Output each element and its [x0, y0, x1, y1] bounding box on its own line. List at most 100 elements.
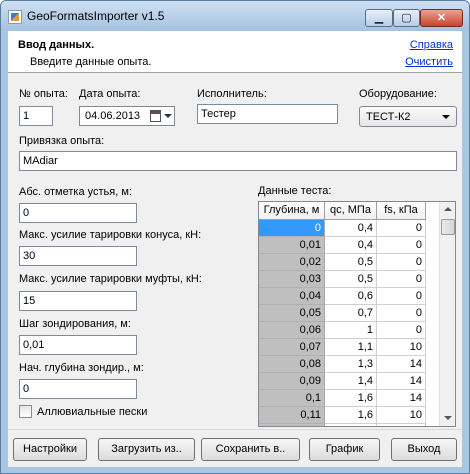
scroll-thumb[interactable] [441, 219, 455, 235]
cell-depth[interactable]: 0 [259, 220, 325, 237]
close-button[interactable]: ✕ [420, 9, 463, 27]
column-header-qc[interactable]: qc, МПа [325, 202, 377, 220]
step-field[interactable]: 0,01 [19, 335, 137, 355]
cell-qc[interactable]: 0,4 [325, 237, 377, 254]
abs-mark-field[interactable]: 0 [19, 203, 137, 223]
cell-fs[interactable]: 0 [377, 237, 426, 254]
column-header-depth[interactable]: Глубина, м [259, 202, 325, 220]
table-row[interactable]: 0,121,610 [259, 424, 439, 426]
window-title: GeoFormatsImporter v1.5 [27, 9, 165, 23]
table-row[interactable]: 0,11 1,6 10 [259, 407, 439, 424]
cell-qc[interactable]: 0,6 [325, 288, 377, 305]
executor-field[interactable]: Тестер [197, 104, 338, 124]
chevron-down-icon[interactable] [164, 114, 172, 118]
cell-fs[interactable]: 0 [377, 305, 426, 322]
cell-qc[interactable]: 0,5 [325, 254, 377, 271]
save-button[interactable]: Сохранить в.. [201, 438, 300, 461]
table-row[interactable]: 0 0,4 0 [259, 220, 439, 237]
cone-calib-field[interactable]: 30 [19, 246, 137, 266]
alluvial-checkbox[interactable] [19, 405, 32, 418]
cell-depth[interactable]: 0,04 [259, 288, 325, 305]
title-bar[interactable]: GeoFormatsImporter v1.5 ▁ ▢ ✕ [1, 1, 469, 31]
header-subtitle: Введите данные опыта. [30, 56, 152, 68]
cell-depth[interactable]: 0,05 [259, 305, 325, 322]
cell-depth[interactable]: 0,12 [259, 424, 325, 426]
cell-fs[interactable]: 0 [377, 254, 426, 271]
table-row[interactable]: 0,09 1,4 14 [259, 373, 439, 390]
start-depth-field[interactable]: 0 [19, 379, 137, 399]
cell-depth[interactable]: 0,06 [259, 322, 325, 339]
button-bar: Настройки Загрузить из.. Сохранить в.. Г… [8, 429, 462, 467]
table-row[interactable]: 0,1 1,6 14 [259, 390, 439, 407]
maximize-button[interactable]: ▢ [393, 9, 420, 27]
chart-button[interactable]: График [309, 438, 380, 461]
cell-qc[interactable]: 1 [325, 322, 377, 339]
cell-fs[interactable]: 0 [377, 220, 426, 237]
clear-link[interactable]: Очистить [405, 56, 453, 68]
cell-depth[interactable]: 0,08 [259, 356, 325, 373]
cell-qc[interactable]: 1,6 [325, 390, 377, 407]
table-row[interactable]: 0,04 0,6 0 [259, 288, 439, 305]
cell-fs[interactable]: 10 [377, 424, 426, 426]
cell-fs[interactable]: 14 [377, 390, 426, 407]
grid-scrollbar[interactable] [439, 202, 455, 426]
scroll-down-icon[interactable] [440, 410, 455, 426]
data-grid[interactable]: Глубина, м qc, МПа fs, кПа 0 0,4 0 0,01 0,4 0… [258, 201, 456, 427]
grid-body: 0 0,4 0 0,01 0,4 0 0,02 0,5 0 0,03 0,5 0 0,04 0,6 0 0,0… [259, 220, 439, 426]
cell-depth[interactable]: 0,07 [259, 339, 325, 356]
date-label: Дата опыта: [79, 88, 141, 100]
header-title: Ввод данных. [18, 39, 95, 51]
cell-depth[interactable]: 0,01 [259, 237, 325, 254]
column-header-fs[interactable]: fs, кПа [377, 202, 426, 220]
table-row[interactable]: 0,03 0,5 0 [259, 271, 439, 288]
cell-qc[interactable]: 0,4 [325, 220, 377, 237]
load-button[interactable]: Загрузить из.. [98, 438, 195, 461]
cell-depth[interactable]: 0,11 [259, 407, 325, 424]
cell-depth[interactable]: 0,03 [259, 271, 325, 288]
table-row[interactable]: 0,07 1,1 10 [259, 339, 439, 356]
table-row[interactable]: 0,05 0,7 0 [259, 305, 439, 322]
cell-fs[interactable]: 0 [377, 271, 426, 288]
maximize-icon: ▢ [401, 12, 412, 24]
exit-button[interactable]: Выход [391, 438, 457, 461]
cell-qc[interactable]: 0,5 [325, 271, 377, 288]
close-icon: ✕ [436, 12, 447, 24]
cell-fs[interactable]: 0 [377, 288, 426, 305]
cell-depth[interactable]: 0,1 [259, 390, 325, 407]
cell-depth[interactable]: 0,02 [259, 254, 325, 271]
table-row[interactable]: 0,08 1,3 14 [259, 356, 439, 373]
cell-fs[interactable]: 14 [377, 373, 426, 390]
settings-button[interactable]: Настройки [13, 438, 87, 461]
start-depth-label: Нач. глубина зондир., м: [19, 362, 144, 374]
table-row[interactable]: 0,02 0,5 0 [259, 254, 439, 271]
cell-fs[interactable]: 10 [377, 407, 426, 424]
binding-field[interactable]: MAdiar [19, 151, 457, 171]
cone-calib-label: Макс. усилие тарировки конуса, кН: [19, 229, 202, 241]
scroll-up-icon[interactable] [440, 202, 455, 218]
cell-qc[interactable]: 0,7 [325, 305, 377, 322]
cell-fs[interactable]: 10 [377, 339, 426, 356]
alluvial-label[interactable]: Аллювиальные пески [37, 406, 147, 418]
table-row[interactable]: 0,06 1 0 [259, 322, 439, 339]
cell-qc[interactable]: 1,3 [325, 356, 377, 373]
date-picker[interactable]: 04.06.2013 [79, 106, 175, 126]
equipment-select[interactable]: ТЕСТ-К2 [359, 106, 457, 127]
experiment-no-field[interactable]: 1 [19, 106, 53, 126]
sleeve-calib-label: Макс. усилие тарировки муфты, кН: [19, 273, 202, 285]
cell-qc[interactable]: 1,6 [325, 407, 377, 424]
cell-depth[interactable]: 0,09 [259, 373, 325, 390]
date-value: 04.06.2013 [85, 110, 141, 122]
minimize-icon: ▁ [374, 12, 384, 24]
cell-qc[interactable]: 1,1 [325, 339, 377, 356]
app-icon [8, 10, 22, 24]
cell-fs[interactable]: 14 [377, 356, 426, 373]
step-label: Шаг зондирования, м: [19, 318, 131, 330]
minimize-button[interactable]: ▁ [365, 9, 393, 27]
cell-fs[interactable]: 0 [377, 322, 426, 339]
calendar-icon[interactable] [150, 110, 161, 122]
sleeve-calib-field[interactable]: 15 [19, 291, 137, 311]
cell-qc[interactable]: 1,6 [325, 424, 377, 426]
help-link[interactable]: Справка [410, 39, 453, 51]
cell-qc[interactable]: 1,4 [325, 373, 377, 390]
table-row[interactable]: 0,01 0,4 0 [259, 237, 439, 254]
